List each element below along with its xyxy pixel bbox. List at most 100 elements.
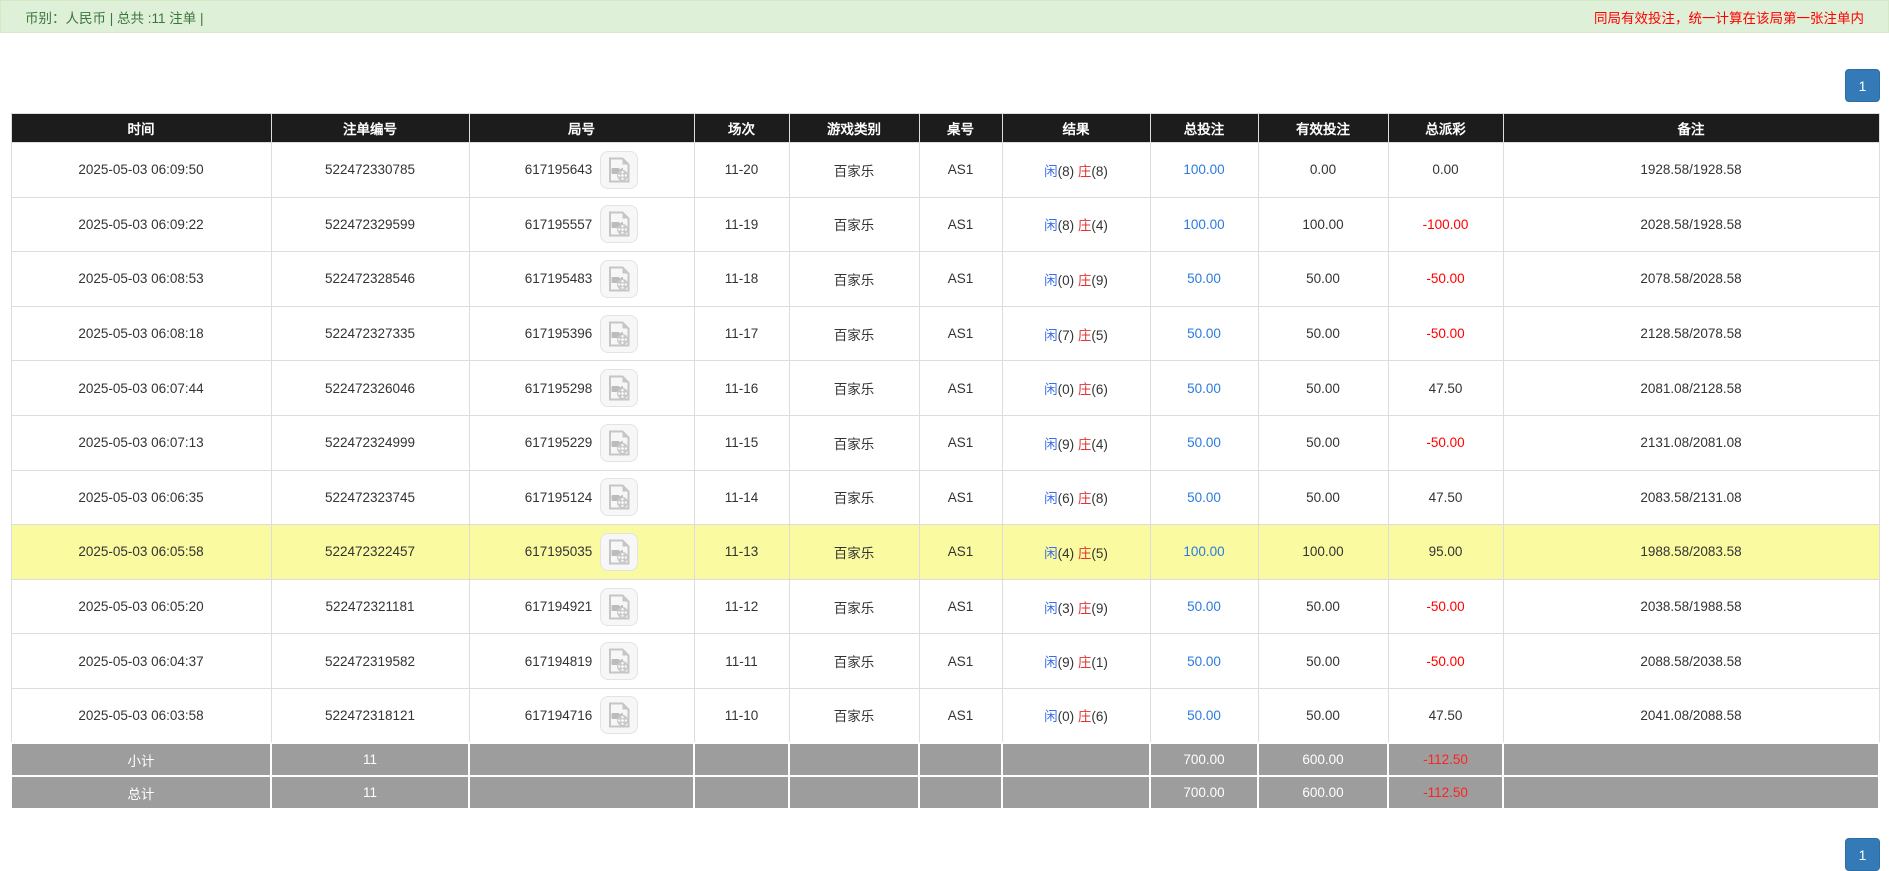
pagination-page-button[interactable]: 1 — [1845, 838, 1880, 871]
column-header-1: 注单编号 — [271, 114, 469, 143]
cell-payout: 47.50 — [1388, 688, 1503, 743]
cell-round-id: 617194921 — [469, 579, 694, 634]
footer-empty — [1002, 776, 1150, 809]
video-button[interactable] — [600, 533, 638, 571]
total-bet-link[interactable]: 50.00 — [1187, 326, 1221, 341]
video-button[interactable] — [600, 478, 638, 516]
video-button[interactable] — [600, 588, 638, 626]
cell-session: 11-16 — [694, 361, 789, 416]
cell-valid-bet: 50.00 — [1258, 361, 1388, 416]
table-header-row: 时间注单编号局号场次游戏类别桌号结果总投注有效投注总派彩备注 — [11, 114, 1879, 143]
cell-game-type: 百家乐 — [789, 688, 919, 743]
table-row: 2025-05-03 06:04:37522472319582617194819… — [11, 634, 1879, 689]
cell-time: 2025-05-03 06:05:58 — [11, 525, 271, 580]
video-button[interactable] — [600, 424, 638, 462]
video-icon — [607, 430, 631, 456]
result-banker: 庄 — [1078, 218, 1092, 233]
total-bet-link[interactable]: 50.00 — [1187, 381, 1221, 396]
total-bet-link[interactable]: 100.00 — [1183, 162, 1224, 177]
video-button[interactable] — [600, 205, 638, 243]
video-icon — [607, 702, 631, 728]
round-id-text: 617194819 — [525, 654, 593, 669]
table-row: 2025-05-03 06:09:50522472330785617195643… — [11, 143, 1879, 198]
cell-total-bet: 50.00 — [1150, 252, 1258, 307]
cell-total-bet: 50.00 — [1150, 470, 1258, 525]
notice-text: 同局有效投注，统一计算在该局第一张注单内 — [1594, 7, 1864, 27]
table-row: 2025-05-03 06:05:58522472322457617195035… — [11, 525, 1879, 580]
video-button[interactable] — [600, 151, 638, 189]
video-icon — [607, 321, 631, 347]
cell-round-id: 617194819 — [469, 634, 694, 689]
result-banker-score: (9) — [1091, 273, 1108, 288]
video-button[interactable] — [600, 696, 638, 734]
cell-bet-id: 522472329599 — [271, 197, 469, 252]
total-bet-link[interactable]: 100.00 — [1183, 544, 1224, 559]
total-bet-link[interactable]: 50.00 — [1187, 490, 1221, 505]
cell-round-id: 617195298 — [469, 361, 694, 416]
video-icon — [607, 157, 631, 183]
cell-time: 2025-05-03 06:06:35 — [11, 470, 271, 525]
video-icon — [607, 266, 631, 292]
video-button[interactable] — [600, 315, 638, 353]
cell-payout: 0.00 — [1388, 143, 1503, 198]
cell-remark: 2083.58/2131.08 — [1503, 470, 1879, 525]
cell-game-type: 百家乐 — [789, 306, 919, 361]
cell-time: 2025-05-03 06:07:44 — [11, 361, 271, 416]
footer-empty — [694, 776, 789, 809]
video-button[interactable] — [600, 260, 638, 298]
round-id-text: 617194921 — [525, 599, 593, 614]
cell-payout: -50.00 — [1388, 579, 1503, 634]
column-header-0: 时间 — [11, 114, 271, 143]
cell-table-no: AS1 — [919, 688, 1002, 743]
cell-bet-id: 522472319582 — [271, 634, 469, 689]
cell-valid-bet: 50.00 — [1258, 252, 1388, 307]
result-banker: 庄 — [1078, 437, 1092, 452]
total-bet-link[interactable]: 100.00 — [1183, 217, 1224, 232]
cell-table-no: AS1 — [919, 525, 1002, 580]
pagination-bottom: 1 — [1845, 838, 1880, 871]
cell-valid-bet: 50.00 — [1258, 634, 1388, 689]
column-header-10: 备注 — [1503, 114, 1879, 143]
video-icon — [607, 648, 631, 674]
footer-label: 总计 — [11, 776, 271, 809]
round-id-wrap: 617194716 — [474, 696, 690, 734]
column-header-6: 结果 — [1002, 114, 1150, 143]
total-bet-link[interactable]: 50.00 — [1187, 599, 1221, 614]
cell-time: 2025-05-03 06:08:53 — [11, 252, 271, 307]
pagination-page-button[interactable]: 1 — [1845, 69, 1880, 102]
result-player-score: (3) — [1058, 601, 1075, 616]
cell-result: 闲(3) 庄(9) — [1002, 579, 1150, 634]
cell-game-type: 百家乐 — [789, 525, 919, 580]
total-bet-link[interactable]: 50.00 — [1187, 708, 1221, 723]
cell-session: 11-11 — [694, 634, 789, 689]
result-banker-score: (6) — [1091, 382, 1108, 397]
cell-result: 闲(0) 庄(9) — [1002, 252, 1150, 307]
result-player-score: (9) — [1058, 655, 1075, 670]
result-player-score: (4) — [1058, 546, 1075, 561]
cell-table-no: AS1 — [919, 306, 1002, 361]
cell-result: 闲(6) 庄(8) — [1002, 470, 1150, 525]
cell-payout: 47.50 — [1388, 470, 1503, 525]
video-button[interactable] — [600, 642, 638, 680]
total-bet-link[interactable]: 50.00 — [1187, 435, 1221, 450]
cell-time: 2025-05-03 06:09:22 — [11, 197, 271, 252]
video-button[interactable] — [600, 369, 638, 407]
cell-result: 闲(9) 庄(4) — [1002, 415, 1150, 470]
cell-table-no: AS1 — [919, 143, 1002, 198]
cell-table-no: AS1 — [919, 634, 1002, 689]
cell-total-bet: 50.00 — [1150, 306, 1258, 361]
result-player: 闲 — [1044, 601, 1058, 616]
round-id-text: 617195229 — [525, 435, 593, 450]
cell-payout: -50.00 — [1388, 306, 1503, 361]
cell-round-id: 617195557 — [469, 197, 694, 252]
column-header-9: 总派彩 — [1388, 114, 1503, 143]
cell-valid-bet: 100.00 — [1258, 525, 1388, 580]
table-row: 2025-05-03 06:05:20522472321181617194921… — [11, 579, 1879, 634]
footer-empty — [469, 776, 694, 809]
cell-round-id: 617195035 — [469, 525, 694, 580]
total-bet-link[interactable]: 50.00 — [1187, 654, 1221, 669]
video-icon — [607, 375, 631, 401]
footer-empty — [1503, 776, 1879, 809]
round-id-text: 617195035 — [525, 544, 593, 559]
total-bet-link[interactable]: 50.00 — [1187, 271, 1221, 286]
